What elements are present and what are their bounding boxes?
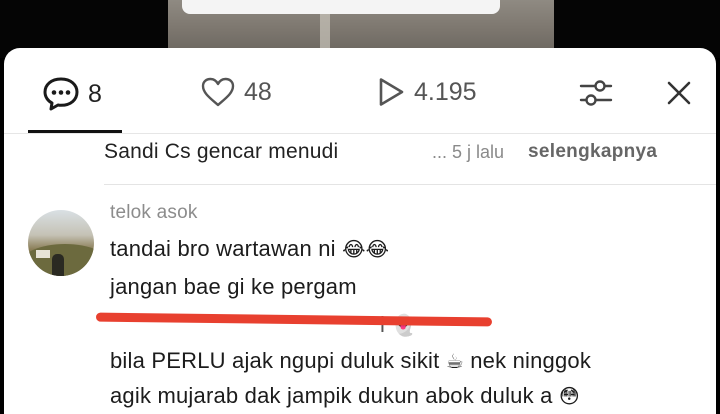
caption-timestamp: ... 5 j lalu	[432, 142, 505, 162]
action-bar: 8 48 4.195	[4, 48, 716, 134]
video-thumbnail[interactable]	[168, 0, 554, 48]
divider	[104, 184, 716, 185]
like-button[interactable]: 48	[200, 76, 272, 108]
heart-icon	[200, 76, 236, 108]
comment-line: jangan bae gi ke pergam	[110, 274, 357, 300]
post-caption[interactable]: Sandi Cs gencar menudi ... 5 j lalu sele…	[4, 134, 716, 184]
laughing-emoji: 😂😂	[342, 237, 390, 261]
flushed-emoji: 😳	[558, 384, 580, 408]
play-icon	[376, 76, 406, 108]
avatar-scenery	[36, 250, 50, 258]
comments-sheet: 8 48 4.195 Sandi Cs gencar menudi ... 5 …	[4, 48, 716, 414]
comment-text: nek ninggok	[470, 348, 592, 373]
likes-count: 48	[244, 77, 272, 106]
video-scene-post	[320, 14, 330, 48]
comments-count: 8	[88, 79, 102, 108]
comments-tab[interactable]: 8	[42, 76, 102, 112]
views-count: 4.195	[414, 77, 477, 106]
comment-item: telok asok tandai bro wartawan ni 😂😂 jan…	[4, 198, 716, 414]
comment-text: bila PERLU ajak ngupi duluk sikit	[110, 348, 440, 373]
caption-text: Sandi Cs gencar menudi	[104, 140, 339, 163]
comment-text: tandai bro wartawan ni	[110, 236, 336, 261]
avatar[interactable]	[28, 210, 94, 276]
video-overlay-box	[182, 0, 500, 14]
comment-bubble-icon	[42, 76, 80, 112]
comment-line: agik mujarab dak jampik dukun abok duluk…	[110, 383, 580, 409]
comment-text: jangan bae gi ke pergam	[110, 274, 357, 299]
sliders-icon[interactable]	[578, 76, 614, 115]
see-more-link[interactable]: selengkapnya	[528, 141, 657, 163]
views-stat: 4.195	[376, 76, 477, 108]
close-icon[interactable]	[664, 78, 694, 113]
comment-line: tandai bro wartawan ni 😂😂	[110, 236, 389, 262]
avatar-figure	[52, 254, 64, 276]
comment-line: bila PERLU ajak ngupi duluk sikit ☕ nek …	[110, 348, 591, 374]
comment-text: agik mujarab dak jampik dukun abok duluk…	[110, 383, 553, 408]
comment-username[interactable]: telok asok	[110, 202, 198, 224]
coffee-emoji: ☕	[445, 349, 464, 373]
